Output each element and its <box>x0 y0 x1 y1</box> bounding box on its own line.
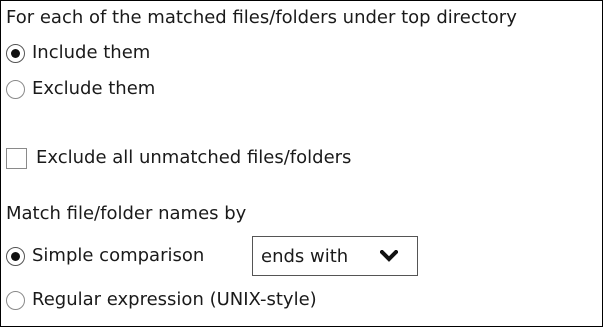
regular-expression-label[interactable]: Regular expression (UNIX-style) <box>32 287 317 313</box>
exclude-unmatched-checkbox[interactable] <box>6 147 27 169</box>
include-them-label[interactable]: Include them <box>32 40 150 66</box>
exclude-them-radio[interactable] <box>6 79 25 99</box>
include-them-radio[interactable] <box>6 43 25 63</box>
simple-comparison-option[interactable]: Simple comparison <box>6 243 204 269</box>
top-directory-heading: For each of the matched files/folders un… <box>6 5 517 31</box>
top-directory-heading-text: For each of the matched files/folders un… <box>6 7 517 28</box>
regular-expression-option[interactable]: Regular expression (UNIX-style) <box>6 287 317 313</box>
comparison-select-value: ends with <box>261 245 349 267</box>
include-them-option[interactable]: Include them <box>6 40 150 66</box>
chevron-down-icon <box>379 249 399 263</box>
simple-comparison-radio[interactable] <box>6 246 25 266</box>
filter-options-panel: For each of the matched files/folders un… <box>0 0 603 327</box>
simple-comparison-label[interactable]: Simple comparison <box>32 243 204 269</box>
exclude-unmatched-option[interactable]: Exclude all unmatched files/folders <box>6 145 351 171</box>
exclude-them-label[interactable]: Exclude them <box>32 76 155 102</box>
match-names-heading: Match file/folder names by <box>6 201 246 227</box>
regular-expression-radio[interactable] <box>6 290 25 310</box>
exclude-unmatched-label[interactable]: Exclude all unmatched files/folders <box>36 145 351 171</box>
comparison-select[interactable]: ends with <box>252 236 418 276</box>
exclude-them-option[interactable]: Exclude them <box>6 76 155 102</box>
match-names-heading-text: Match file/folder names by <box>6 203 247 224</box>
